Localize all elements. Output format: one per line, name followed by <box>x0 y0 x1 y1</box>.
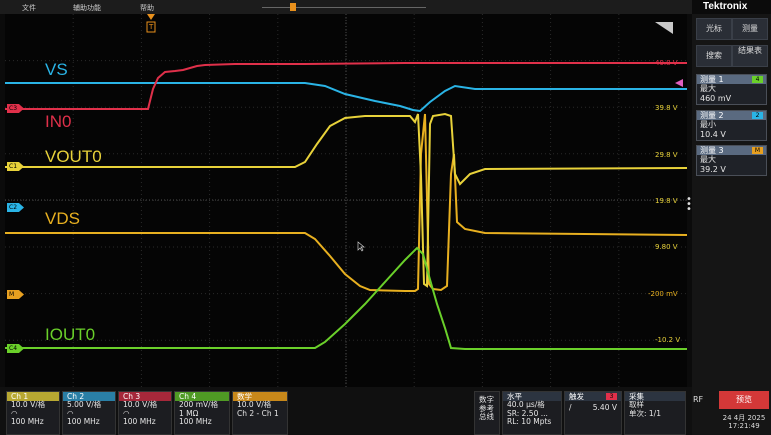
measurement-3-title: 测量 3 <box>700 146 724 155</box>
label-in0: IN0 <box>45 112 72 131</box>
scale-label-3: 29.8 V <box>655 151 678 159</box>
measurement-3-badge: M <box>752 147 763 154</box>
label-vds: VDS <box>45 209 80 228</box>
measurement-1-value: 460 mV <box>700 94 732 103</box>
fullscreen-icon[interactable] <box>655 22 673 34</box>
date-text: 24 4月 2025 <box>722 414 766 422</box>
math-badge[interactable]: 数学 10.0 V/格 Ch 2 - Ch 1 <box>232 391 288 435</box>
more-options-icon[interactable]: • • • <box>686 195 692 215</box>
menu-assist[interactable]: 辅助功能 <box>73 3 101 13</box>
trigger-level: 5.40 V <box>592 403 617 412</box>
acquire-badge[interactable]: 采集 取样 单次: 1/1 <box>624 391 686 435</box>
time-text: 17:21:49 <box>728 422 760 430</box>
measurement-2-value: 10.4 V <box>700 130 726 139</box>
ch2-bw: 100 MHz <box>67 417 100 426</box>
measurement-2-badge: 2 <box>752 112 763 119</box>
rf-button[interactable]: RF <box>693 395 703 404</box>
scale-label-7: -10.2 V <box>655 336 681 344</box>
scale-label-4: 19.8 V <box>655 197 678 205</box>
ch3-bw: 100 MHz <box>123 417 156 426</box>
right-panel: 光标 测量 搜索 结果表 测量 1 4 最大 460 mV 测量 2 2 最小 … <box>692 14 771 435</box>
channel-3-badge[interactable]: Ch 3 10.0 V/格 ◠ 100 MHz <box>118 391 172 435</box>
preview-button[interactable]: 预览 <box>719 391 769 409</box>
offset-arrow-icon <box>675 79 683 87</box>
scale-label-2: 39.8 V <box>655 104 678 112</box>
label-vs: VS <box>45 60 68 79</box>
measurement-3[interactable]: 测量 3 M 最大 39.2 V <box>696 145 767 176</box>
scale-label-5: 9.80 V <box>655 243 678 251</box>
measurement-3-value: 39.2 V <box>700 165 726 174</box>
cursor-button[interactable]: 光标 <box>696 18 732 40</box>
trigger-slope-icon: / <box>569 403 572 412</box>
measurement-1-kind: 最大 <box>700 84 716 93</box>
horizontal-position-slider[interactable] <box>262 3 426 11</box>
measurement-2-kind: 最小 <box>700 120 716 129</box>
measurement-1[interactable]: 测量 1 4 最大 460 mV <box>696 74 767 105</box>
trigger-position-marker[interactable]: T <box>146 14 156 36</box>
label-vout0: VOUT0 <box>45 147 102 166</box>
menu-help[interactable]: 帮助 <box>140 3 154 13</box>
measure-button[interactable]: 测量 <box>732 18 768 40</box>
math-expr: Ch 2 - Ch 1 <box>237 408 279 418</box>
ch1-bw: 100 MHz <box>11 417 44 426</box>
settings-bar: Ch 1 10.0 V/格 ◠ 100 MHz Ch 2 5.00 V/格 ◠ … <box>0 387 692 435</box>
ref-math-1: 数字 <box>479 395 494 404</box>
search-button[interactable]: 搜索 <box>696 45 732 67</box>
scale-label-6: -200 mV <box>648 290 678 298</box>
datetime-display: 24 4月 2025 17:21:49 <box>719 414 769 430</box>
label-iout0: IOUT0 <box>45 325 96 344</box>
trigger-badge[interactable]: 触发 3 / 5.40 V <box>564 391 622 435</box>
channel-4-badge[interactable]: Ch 4 200 mV/格 1 MΩ 100 MHz <box>174 391 230 435</box>
acquire-count: 单次: 1/1 <box>629 408 661 418</box>
menu-file[interactable]: 文件 <box>22 3 36 13</box>
graticule <box>5 14 687 387</box>
measurement-3-kind: 最大 <box>700 155 716 164</box>
channel-1-badge[interactable]: Ch 1 10.0 V/格 ◠ 100 MHz <box>6 391 60 435</box>
results-table-button[interactable]: 结果表 <box>732 45 768 67</box>
measurement-2[interactable]: 测量 2 2 最小 10.4 V <box>696 110 767 141</box>
trigger-title: 触发 <box>569 392 584 401</box>
measurement-1-title: 测量 1 <box>700 75 724 84</box>
horizontal-badge[interactable]: 水平 40.0 μs/格 SR: 2.50 ... RL: 10 Mpts <box>502 391 562 435</box>
trigger-marker-label: T <box>149 23 154 31</box>
ref-math-3: 总线 <box>479 412 494 421</box>
trigger-channel: 3 <box>606 393 617 400</box>
menu-bar: 文件 辅助功能 帮助 <box>0 0 692 14</box>
horizontal-position-knob[interactable] <box>290 3 296 11</box>
scale-label-1: 49.8 V <box>655 59 678 67</box>
ch4-bw: 100 MHz <box>179 417 212 426</box>
waveform-display[interactable]: VS IN0 VOUT0 VDS IOUT0 49.8 V 39.8 V 29.… <box>5 14 687 387</box>
horizontal-rl: RL: 10 Mpts <box>507 417 552 426</box>
channel-2-badge[interactable]: Ch 2 5.00 V/格 ◠ 100 MHz <box>62 391 116 435</box>
measurement-2-title: 测量 2 <box>700 111 724 120</box>
add-ref-math-bus-button[interactable]: 数字 参考 总线 <box>474 391 500 435</box>
measurement-1-badge: 4 <box>752 76 763 83</box>
brand-logo: Tektronix <box>703 1 748 12</box>
